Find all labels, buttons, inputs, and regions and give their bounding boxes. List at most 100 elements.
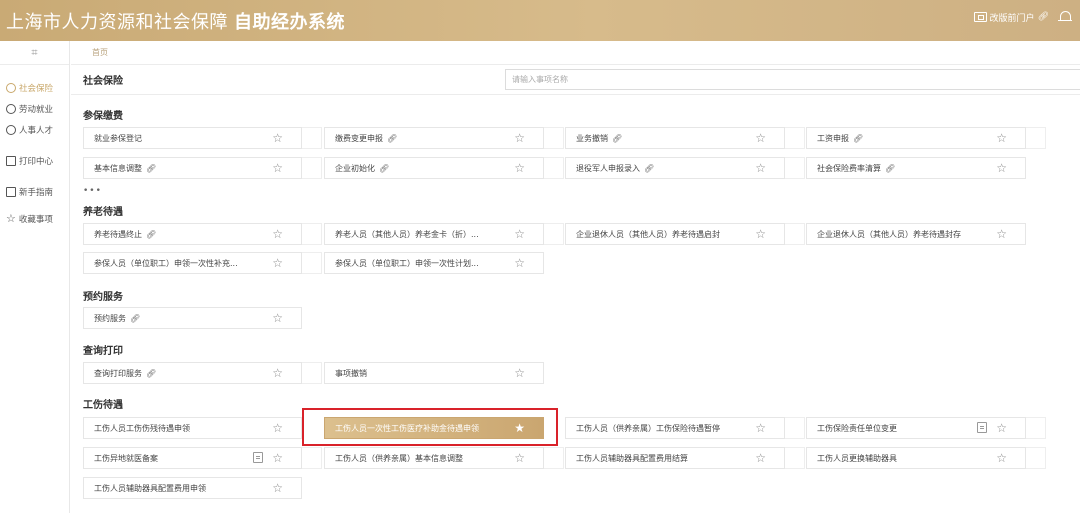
- service-card-label: 企业退休人员（其他人员）养老待遇启封: [576, 229, 720, 239]
- document-icon[interactable]: [253, 452, 263, 463]
- link-icon: 🔗︎: [146, 368, 157, 378]
- service-card[interactable]: 业务撤销 🔗︎ ☆: [565, 127, 785, 149]
- star-icon[interactable]: ☆: [272, 312, 283, 324]
- sidebar-item-label: 新手指南: [19, 187, 54, 198]
- link-icon: 🔗︎: [644, 163, 655, 173]
- service-card[interactable]: 工伤保险责任单位变更 ☆: [806, 417, 1026, 439]
- star-icon[interactable]: ☆: [272, 257, 283, 269]
- star-icon[interactable]: ☆: [272, 162, 283, 174]
- top-bar: 上海市人力资源和社会保障 自助经办系统 改版前门户 🔗︎: [0, 0, 1080, 41]
- star-icon[interactable]: ☆: [755, 162, 766, 174]
- card-spacer: [785, 447, 805, 469]
- service-card[interactable]: 查询打印服务 🔗︎ ☆: [83, 362, 302, 384]
- service-card-label: 就业参保登记: [94, 133, 142, 143]
- service-card-label: 工伤人员（供养亲属）基本信息调整: [335, 453, 463, 463]
- star-icon[interactable]: ☆: [272, 132, 283, 144]
- star-icon[interactable]: ☆: [514, 367, 525, 379]
- star-icon[interactable]: ☆: [514, 452, 525, 464]
- service-card[interactable]: 工伤人员辅助器具配置费用申领 ☆: [83, 477, 302, 499]
- star-icon[interactable]: ☆: [272, 422, 283, 434]
- service-card[interactable]: 参保人员（单位职工）申领一次性计划... ☆: [324, 252, 544, 274]
- breadcrumb-home[interactable]: 首页: [92, 47, 108, 58]
- document-icon[interactable]: [977, 422, 987, 433]
- service-card-label: 养老待遇终止: [94, 229, 142, 239]
- bell-icon[interactable]: [1058, 10, 1072, 24]
- star-icon[interactable]: ☆: [272, 228, 283, 240]
- star-icon[interactable]: ☆: [996, 162, 1007, 174]
- service-card[interactable]: 企业退休人员（其他人员）养老待遇启封 ☆: [565, 223, 785, 245]
- service-card-label: 查询打印服务: [94, 368, 142, 378]
- service-card-label: 工资申报: [817, 133, 849, 143]
- service-card[interactable]: 就业参保登记 ☆: [83, 127, 302, 149]
- card-spacer: [1026, 417, 1046, 439]
- star-icon[interactable]: ☆: [755, 422, 766, 434]
- star-icon[interactable]: ☆: [996, 228, 1007, 240]
- service-card[interactable]: 基本信息调整 🔗︎ ☆: [83, 157, 302, 179]
- old-portal-link[interactable]: 改版前门户 🔗︎: [973, 11, 1049, 24]
- service-card[interactable]: 工伤人员（供养亲属）工伤保险待遇暂停 ☆: [565, 417, 785, 439]
- highlight-annotation-box: [302, 408, 558, 446]
- link-icon: 🔗︎: [885, 163, 896, 173]
- card-spacer: [1026, 127, 1046, 149]
- star-icon[interactable]: ☆: [272, 482, 283, 494]
- service-card[interactable]: 事项撤销 ☆: [324, 362, 544, 384]
- personnel-icon: [6, 124, 16, 135]
- star-icon[interactable]: ☆: [514, 132, 525, 144]
- service-card[interactable]: 参保人员（单位职工）申领一次性补充... ☆: [83, 252, 302, 274]
- service-card[interactable]: 养老待遇终止 🔗︎ ☆: [83, 223, 302, 245]
- star-icon[interactable]: ☆: [514, 162, 525, 174]
- service-card[interactable]: 工伤人员工伤伤残待遇申领 ☆: [83, 417, 302, 439]
- link-icon: 🔗︎: [146, 163, 157, 173]
- sidebar-item-social-insurance[interactable]: 社会保险: [0, 77, 69, 98]
- service-card-label: 养老人员（其他人员）养老金卡（折）...: [335, 229, 479, 239]
- service-card[interactable]: 工伤人员辅助器具配置费用结算 ☆: [565, 447, 785, 469]
- sidebar-item-guide[interactable]: 新手指南: [0, 181, 69, 202]
- service-card-label: 工伤人员辅助器具配置费用申领: [94, 483, 206, 493]
- service-card[interactable]: 缴费变更申报 🔗︎ ☆: [324, 127, 544, 149]
- service-card[interactable]: 养老人员（其他人员）养老金卡（折）... ☆: [324, 223, 544, 245]
- breadcrumb: 首页: [71, 41, 1080, 65]
- star-icon[interactable]: ☆: [272, 367, 283, 379]
- card-spacer: [302, 157, 322, 179]
- section-title-work-injury: 工伤待遇: [83, 400, 123, 411]
- star-icon[interactable]: ☆: [514, 257, 525, 269]
- section-title-contribution: 参保缴费: [83, 111, 123, 122]
- star-icon[interactable]: ☆: [272, 452, 283, 464]
- service-card-label: 工伤人员辅助器具配置费用结算: [576, 453, 688, 463]
- star-icon[interactable]: ☆: [755, 452, 766, 464]
- card-spacer: [1026, 447, 1046, 469]
- star-icon[interactable]: ☆: [996, 132, 1007, 144]
- section-title-pension: 养老待遇: [83, 207, 123, 218]
- service-card[interactable]: 社会保险费率清算 🔗︎ ☆: [806, 157, 1026, 179]
- printer-icon: [6, 155, 16, 166]
- service-card[interactable]: 退役军人申报录入 🔗︎ ☆: [565, 157, 785, 179]
- card-spacer: [544, 127, 564, 149]
- sidebar-item-personnel[interactable]: 人事人才: [0, 119, 69, 140]
- sidebar-item-favorites[interactable]: ☆ 收藏事项: [0, 208, 69, 229]
- service-card[interactable]: 企业退休人员（其他人员）养老待遇封存 ☆: [806, 223, 1026, 245]
- star-icon[interactable]: ☆: [755, 132, 766, 144]
- service-card-label: 工伤保险责任单位变更: [817, 423, 897, 433]
- more-button[interactable]: •••: [83, 186, 102, 196]
- service-card[interactable]: 工伤异地就医备案 ☆: [83, 447, 302, 469]
- link-icon: 🔗︎: [612, 133, 623, 143]
- link-icon: 🔗︎: [1037, 12, 1049, 22]
- star-icon[interactable]: ☆: [996, 452, 1007, 464]
- social-insurance-icon: [6, 82, 16, 93]
- service-card[interactable]: 工伤人员更换辅助器具 ☆: [806, 447, 1026, 469]
- service-card[interactable]: 企业初始化 🔗︎ ☆: [324, 157, 544, 179]
- star-icon[interactable]: ☆: [996, 422, 1007, 434]
- star-icon[interactable]: ☆: [755, 228, 766, 240]
- star-icon[interactable]: ☆: [514, 228, 525, 240]
- service-card[interactable]: 工资申报 🔗︎ ☆: [806, 127, 1026, 149]
- service-card[interactable]: 工伤人员（供养亲属）基本信息调整 ☆: [324, 447, 544, 469]
- search-input[interactable]: 请输入事项名称: [505, 69, 1080, 90]
- card-spacer: [302, 127, 322, 149]
- service-card-label: 基本信息调整: [94, 163, 142, 173]
- service-card[interactable]: 预约服务 🔗︎ ☆: [83, 307, 302, 329]
- sidebar-item-print-center[interactable]: 打印中心: [0, 150, 69, 171]
- grid-icon[interactable]: ⌗: [0, 41, 69, 65]
- link-icon: 🔗︎: [387, 133, 398, 143]
- card-spacer: [302, 447, 322, 469]
- sidebar-item-employment[interactable]: 劳动就业: [0, 98, 69, 119]
